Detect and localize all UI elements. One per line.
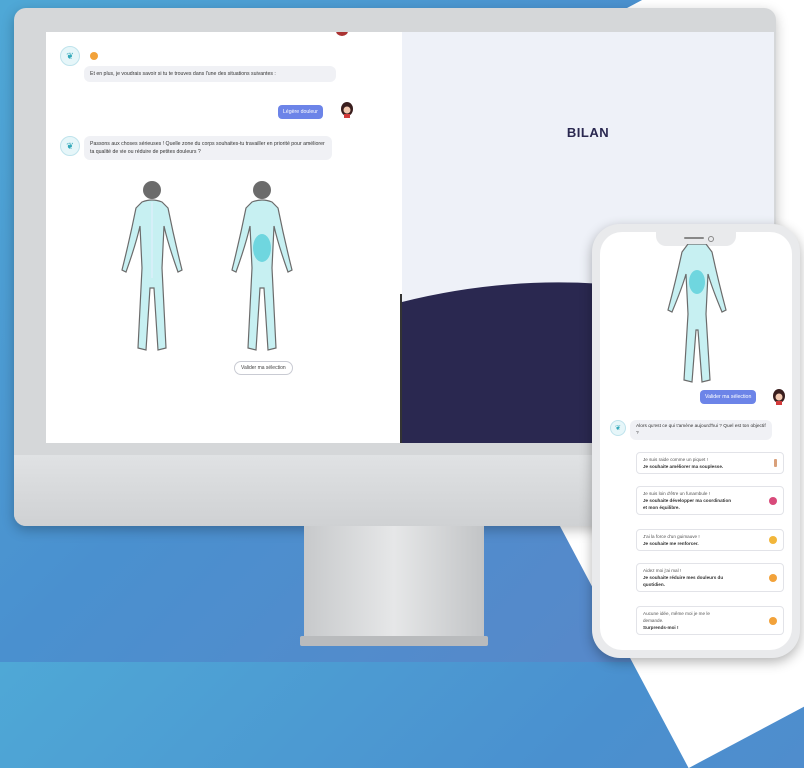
thinking-emoji-icon (769, 616, 777, 625)
phone-screen: Valider ma sélection ❦ Alors qu'est ce q… (600, 232, 792, 650)
body-front-figure (121, 181, 183, 351)
validate-selection-button[interactable]: Valider ma sélection (234, 361, 293, 375)
bot-question: Alors qu'est ce qui t'amène aujourd'hui … (630, 420, 772, 440)
body-map[interactable] (102, 178, 312, 358)
user-avatar-icon (341, 102, 353, 118)
monitor-stand (304, 526, 484, 638)
user-avatar-icon (773, 389, 785, 405)
monitor-stand-foot (300, 636, 488, 646)
phone-validate-pill[interactable]: Valider ma sélection (700, 390, 757, 404)
dancer-icon (769, 496, 777, 505)
chat-pane: ❦ Et en plus, je voudrais savoir si tu t… (46, 32, 402, 443)
phone-body-map[interactable] (652, 244, 742, 384)
bot-message: Passons aux choses sérieuses ! Quelle zo… (84, 136, 332, 160)
body-back-figure (231, 181, 293, 351)
bot-avatar-icon: ❦ (60, 46, 80, 66)
selected-zone-back (253, 234, 271, 262)
mobile-phone: Valider ma sélection ❦ Alors qu'est ce q… (592, 224, 800, 658)
objective-option-3[interactable]: J'ai la force d'un guimauve ! Je souhait… (636, 529, 784, 551)
bot-avatar-icon: ❦ (610, 420, 626, 436)
stick-icon (774, 459, 777, 467)
user-reply: Légère douleur (278, 105, 323, 119)
objective-option-1[interactable]: Je suis raide comme un piquet ! Je souha… (636, 452, 784, 474)
objective-option-4[interactable]: Aidez moi j'ai mal ! Je souhaite réduire… (636, 563, 784, 592)
objective-option-5[interactable]: Aucune idée, même moi je me le demande. … (636, 606, 784, 635)
grimace-emoji-icon (769, 573, 777, 582)
objective-option-2[interactable]: Je suis loin d'être un funambule ! Je so… (636, 486, 784, 515)
flexed-arm-icon (769, 536, 777, 544)
bot-message: Et en plus, je voudrais savoir si tu te … (84, 66, 336, 82)
bot-avatar-icon: ❦ (60, 136, 80, 156)
emoji-icon (90, 52, 98, 60)
user-avatar-top (336, 32, 348, 36)
